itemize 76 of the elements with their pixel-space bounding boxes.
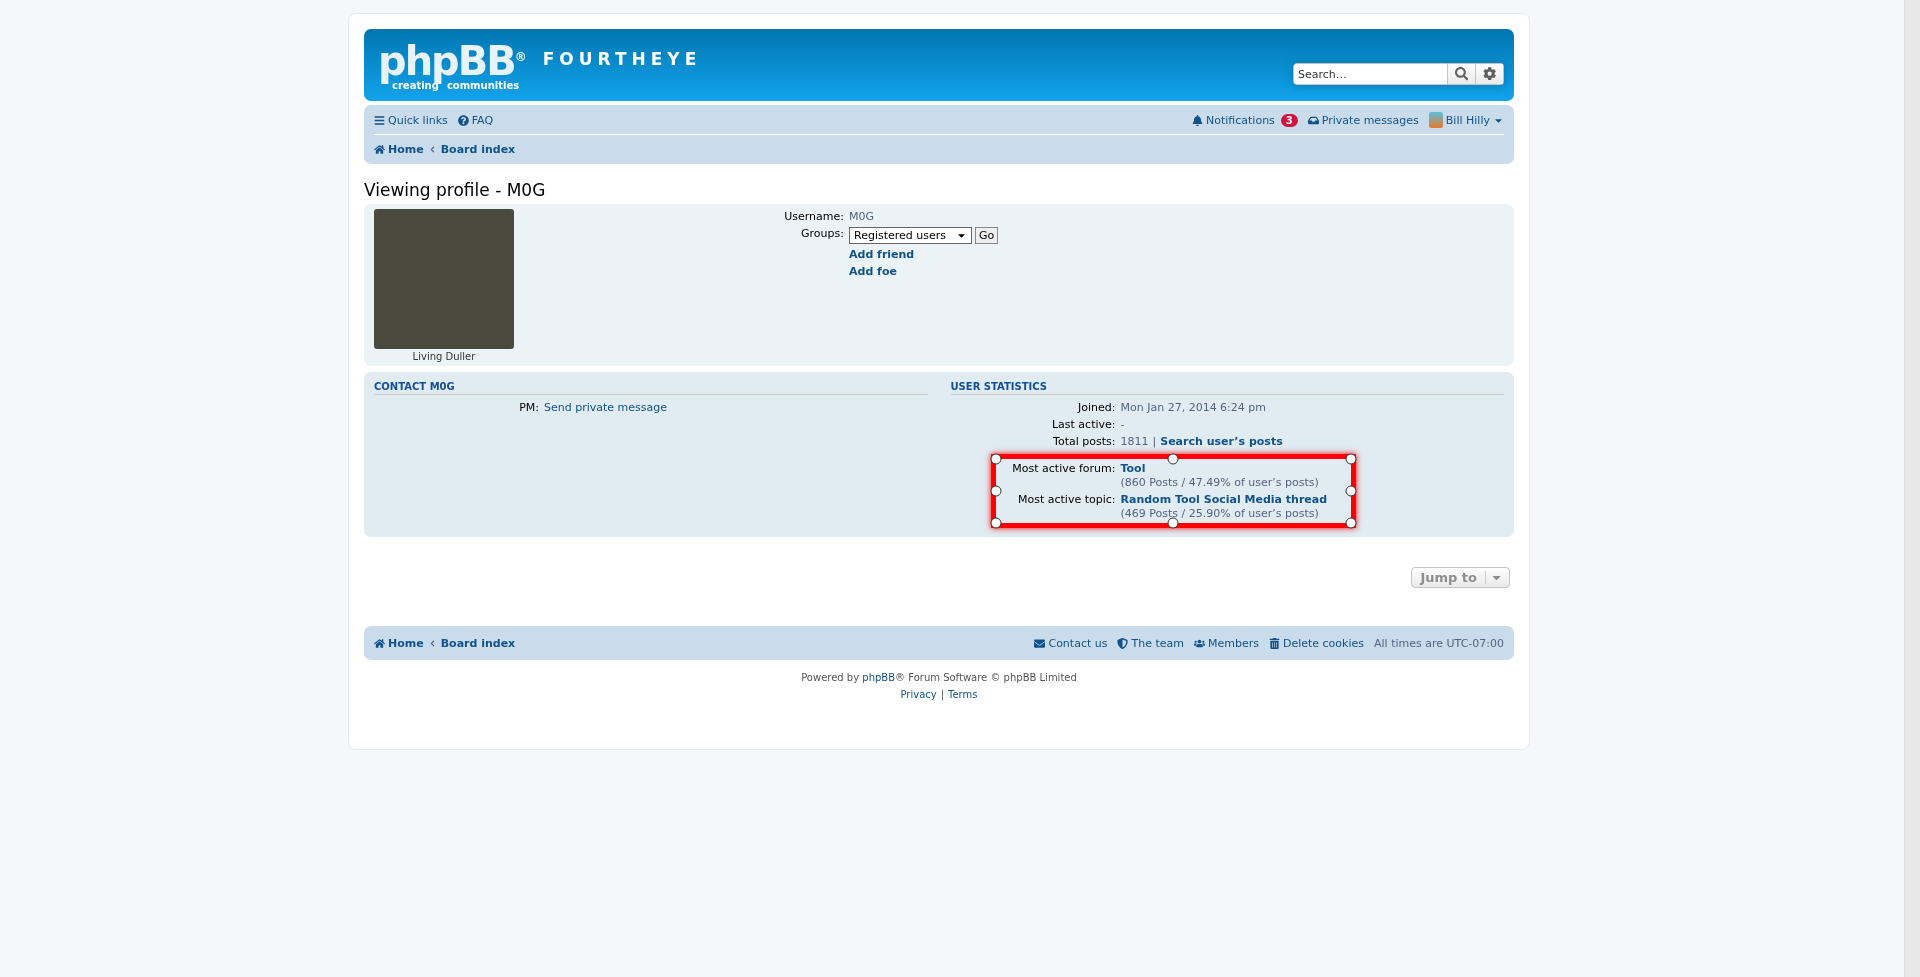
- advanced-search-button[interactable]: [1476, 63, 1504, 85]
- footer-link[interactable]: Members: [1193, 636, 1259, 650]
- home-icon: [374, 637, 385, 649]
- section-heading: CONTACT M0G: [374, 381, 928, 395]
- avatar-icon: [1428, 112, 1443, 128]
- stat-link[interactable]: Random Tool Social Media thread: [1120, 493, 1328, 506]
- stat-value: 1811: [1120, 435, 1149, 448]
- profile-link[interactable]: Add foe: [849, 265, 897, 278]
- search-field[interactable]: Search…: [1293, 63, 1448, 85]
- messages-link[interactable]: Private messages: [1307, 113, 1419, 127]
- field-label: Groups:: [800, 227, 844, 242]
- resize-handle[interactable]: [1345, 485, 1356, 497]
- logo[interactable]: phpBB$^{®}$ creating communities: [378, 38, 527, 92]
- footer-link[interactable]: Contact us: [1034, 636, 1108, 650]
- stat-value: Mon Jan 27, 2014 6:24 pm: [1120, 401, 1267, 414]
- page-title: Viewing profile - M0G: [364, 180, 547, 200]
- section-heading: USER STATISTICS: [950, 381, 1504, 395]
- breadcrumb-link[interactable]: Home: [374, 636, 424, 650]
- stat-value: -: [1120, 418, 1125, 431]
- resize-handle[interactable]: [990, 485, 1001, 497]
- stat-label: Total posts:: [1052, 435, 1116, 448]
- user-menu[interactable]: Bill Hilly: [1428, 112, 1504, 128]
- stat-label: Most active forum:: [1011, 462, 1116, 477]
- breadcrumb-link[interactable]: Home: [374, 142, 424, 156]
- username: M0G: [849, 210, 875, 223]
- inbox-icon: [1307, 114, 1319, 126]
- separator: |: [940, 689, 945, 700]
- breadcrumb-link[interactable]: Board index: [440, 142, 516, 156]
- resize-handle[interactable]: [990, 517, 1001, 529]
- settings-icon: [1482, 67, 1497, 81]
- stat-note: (860 Posts / 47.49% of user’s posts): [1120, 476, 1319, 489]
- stat-link[interactable]: Search user’s posts: [1160, 435, 1283, 448]
- timezone-text: All times are UTC-07:00: [1374, 636, 1504, 650]
- bell-icon: [1192, 114, 1203, 126]
- trash-icon: [1268, 637, 1280, 649]
- resize-handle[interactable]: [1167, 453, 1179, 465]
- users-icon: [1193, 637, 1205, 649]
- stat-label: Last active:: [1050, 418, 1116, 431]
- chevron-icon: [428, 145, 436, 153]
- stat-label: Most active topic:: [1016, 493, 1116, 508]
- notification-count: 3: [1280, 113, 1298, 127]
- go-button[interactable]: Go: [975, 227, 999, 244]
- home-icon: [374, 143, 385, 155]
- menu-icon: [374, 114, 385, 126]
- help-icon: [457, 114, 469, 126]
- groups-select[interactable]: Registered users: [849, 227, 973, 244]
- footer-link[interactable]: Terms: [948, 689, 978, 700]
- contact-label: PM:: [518, 401, 539, 414]
- chevron-icon: [428, 639, 436, 647]
- resize-handle[interactable]: [1345, 453, 1356, 465]
- scrollbar[interactable]: [1904, 0, 1920, 977]
- contact-link[interactable]: Send private message: [544, 401, 668, 414]
- profile-link[interactable]: Add friend: [849, 248, 915, 261]
- resize-handle[interactable]: [1345, 517, 1356, 529]
- resize-handle[interactable]: [990, 453, 1001, 465]
- separator: |: [1152, 435, 1157, 448]
- footer-link[interactable]: Delete cookies: [1268, 636, 1364, 650]
- field-label: Username:: [783, 210, 844, 223]
- stat-label: Joined:: [1076, 401, 1116, 414]
- stat-note: (469 Posts / 25.90% of user’s posts): [1120, 507, 1319, 520]
- footer-link[interactable]: The team: [1117, 636, 1184, 650]
- resize-handle[interactable]: [1167, 517, 1179, 529]
- site-name: FOURTHEYE: [542, 49, 702, 69]
- envelope-icon: [1034, 637, 1046, 649]
- credits-text: Powered by phpBB® Forum Software © phpBB Limited: [801, 672, 1077, 683]
- search-icon: [1454, 67, 1469, 81]
- shield-icon: [1117, 637, 1129, 649]
- stat-link[interactable]: Tool: [1120, 462, 1146, 475]
- nav-link[interactable]: FAQ: [457, 113, 494, 127]
- phpbb-link[interactable]: phpBB: [862, 672, 896, 683]
- notifications-link[interactable]: Notifications 3: [1192, 113, 1298, 127]
- search-button[interactable]: [1448, 63, 1476, 85]
- footer-link[interactable]: Privacy: [900, 689, 937, 700]
- breadcrumb-link[interactable]: Board index: [440, 636, 516, 650]
- user-rank: Living Duller: [412, 351, 476, 362]
- nav-link[interactable]: Quick links: [374, 113, 448, 127]
